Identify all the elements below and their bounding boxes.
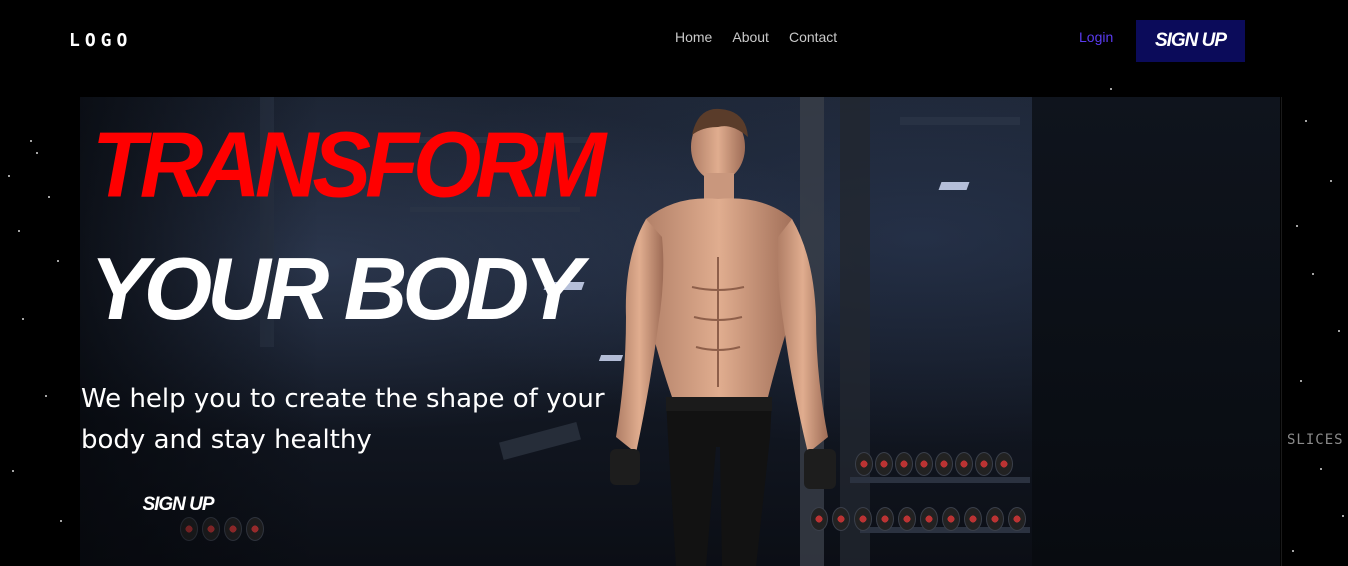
hero-subtitle: We help you to create the shape of your … [81,384,605,455]
site-logo[interactable]: LOGO [69,30,132,51]
hero-edge-divider [1281,97,1282,566]
athlete-image [610,108,836,566]
hero-signup-button[interactable]: SIGN UP [122,487,234,523]
hero-section: TRANSFORM YOUR BODY We help you to creat… [80,97,1280,566]
main-nav: Home About Contact [675,29,837,45]
signup-button[interactable]: SIGN UP [1136,20,1245,62]
hero-title-line2: YOUR BODY [90,239,583,338]
nav-link-about[interactable]: About [732,29,769,45]
top-navbar: LOGO Home About Contact Login SIGN UP [0,0,1348,80]
hero-right-panel [1032,97,1280,566]
slices-label: SLICES [1287,432,1344,448]
hero-title-line1: TRANSFORM [92,112,606,217]
nav-link-contact[interactable]: Contact [789,29,837,45]
nav-link-home[interactable]: Home [675,29,712,45]
login-link[interactable]: Login [1079,29,1113,45]
